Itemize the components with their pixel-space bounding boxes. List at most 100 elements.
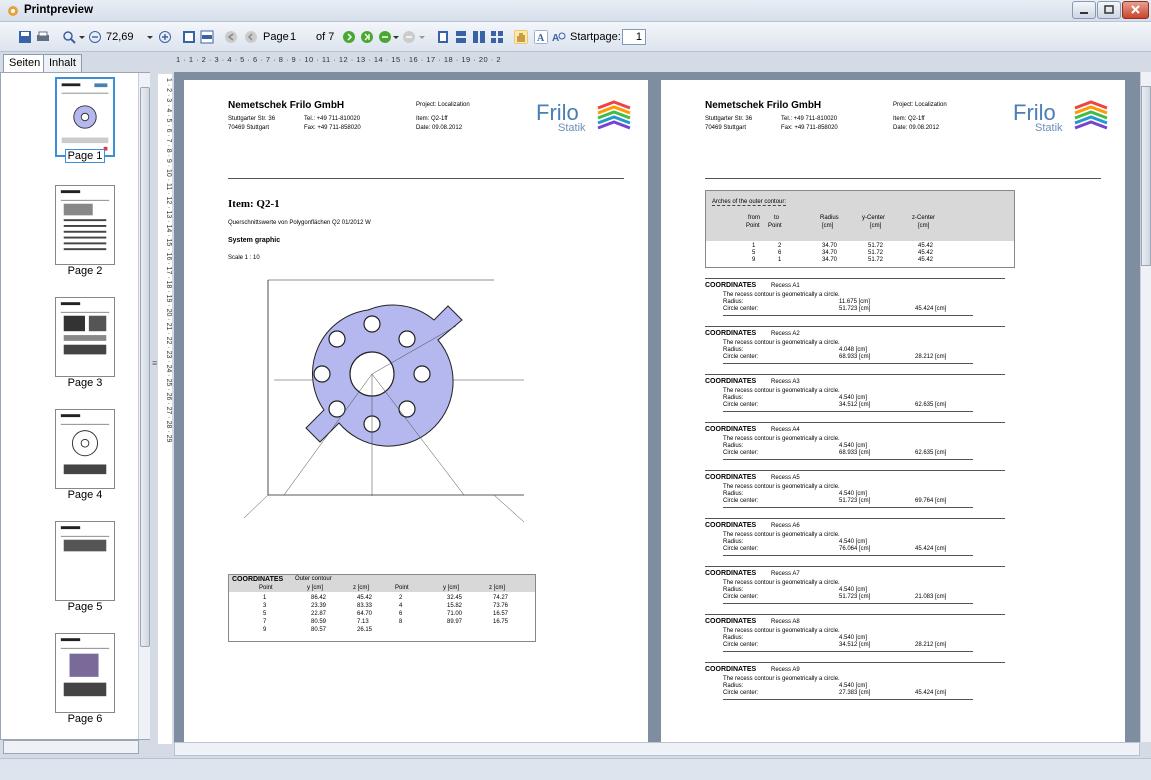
back-history-icon[interactable] [378,30,392,44]
center-label: Circle center: [723,594,759,600]
zoom-out-icon[interactable] [88,30,102,44]
thumbnail-label-6[interactable]: Page 6 [55,713,115,725]
tab-inhalt[interactable]: Inhalt [43,54,82,72]
next-page-icon[interactable] [342,30,356,44]
last-page-icon[interactable] [360,30,374,44]
thumbnail-page-1[interactable] [55,77,115,157]
arch-cell: 34.70 [822,243,838,249]
first-page-icon[interactable] [224,30,238,44]
radius-value: 4.540 [cm] [839,491,868,497]
horizontal-ruler: 1 · 1 · 2 · 3 · 4 · 5 · 6 · 7 · 8 · 9 · … [176,55,502,64]
history-dropdown-icon[interactable] [392,30,400,44]
recess-underline [723,555,973,556]
fit-width-icon[interactable] [200,30,214,44]
text-select-icon[interactable]: A [534,30,548,44]
hand-tool-icon[interactable] [514,30,528,44]
thumbnail-label-5[interactable]: Page 5 [55,601,115,613]
thumbnail-page-5[interactable] [55,521,115,601]
thumbnail-page-3[interactable] [55,297,115,377]
thumbnail-graphic [60,190,110,251]
two-page-view-icon[interactable] [472,30,486,44]
company-tel: Tel.: +49 711-810020 [781,116,838,122]
maximize-button[interactable] [1097,1,1121,19]
thumbnail-label-3[interactable]: Page 3 [55,377,115,389]
company-street: Stuttgarter Str. 36 [705,116,753,122]
center-z-value: 62.635 [cm] [915,450,947,456]
radius-label: Radius: [723,635,744,641]
arch-cell: 45.42 [918,257,934,263]
preview-vertical-scrollbar[interactable] [1140,72,1151,742]
thumbnail-graphic [60,302,110,355]
center-y-value: 51.723 [cm] [839,306,871,312]
thumbnail-page-2[interactable] [55,185,115,265]
zoom-value[interactable]: 72,69 [106,31,134,43]
coord-cell: 8 [399,619,403,625]
coord-cell: 83.33 [357,603,373,609]
thumbnail-label-1[interactable]: Page 1 [65,149,105,163]
splitter-grip-icon[interactable]: ≡ [152,358,157,368]
recess-divider [705,518,1005,519]
previous-page-icon[interactable] [244,30,258,44]
page-input[interactable]: 1 [290,31,296,43]
print-icon[interactable] [36,30,50,44]
arches-unit: Point [768,223,782,229]
outer-contour-table: COORDINATES Outer contour Point y [cm] z… [228,574,536,642]
coord-cell: 23.39 [311,603,327,609]
recess-underline [723,603,973,604]
thumbnail-label-2[interactable]: Page 2 [55,265,115,277]
coord-cell: 15.82 [447,603,463,609]
radius-label: Radius: [723,443,744,449]
center-y-value: 51.723 [cm] [839,498,871,504]
recess-name: Recess A8 [771,619,800,625]
recess-intro: The recess contour is geometrically a ci… [723,292,840,298]
zoom-dropdown-icon[interactable] [146,30,154,44]
close-button[interactable] [1122,1,1149,19]
find-icon[interactable]: A [552,30,566,44]
save-icon[interactable] [18,30,32,44]
radius-value: 4.540 [cm] [839,539,868,545]
radius-label: Radius: [723,683,744,689]
company-fax: Fax: +49 711-858020 [304,125,361,131]
minimize-button[interactable] [1072,1,1096,19]
recess-underline [723,459,973,460]
recess-divider [705,422,1005,423]
thumbnail-scrollbar[interactable] [138,73,150,739]
preview-horizontal-scrollbar[interactable] [174,742,1140,756]
center-y-value: 27.383 [cm] [839,690,871,696]
chevron-down-icon[interactable] [78,30,86,44]
center-z-value: 69.764 [cm] [915,498,947,504]
preview-area[interactable]: Nemetschek Frilo GmbH Stuttgarter Str. 3… [174,72,1140,742]
coord-header: z [cm] [353,585,369,591]
continuous-view-icon[interactable] [454,30,468,44]
arches-unit: [cm] [918,223,930,229]
recess-name: Recess A4 [771,427,800,433]
preview-vertical-scrollbar-thumb[interactable] [1141,86,1151,266]
thumbnail-scrollbar-thumb[interactable] [140,87,150,647]
fit-page-icon[interactable] [182,30,196,44]
startpage-input[interactable] [622,29,646,45]
zoom-plus-icon[interactable] [158,30,172,44]
thumbnail-horizontal-scrollbar[interactable] [3,740,139,754]
arch-cell: 34.70 [822,250,838,256]
preview-page-1: Nemetschek Frilo GmbH Stuttgarter Str. 3… [184,80,648,742]
page-label: Page [263,31,289,43]
multi-page-view-icon[interactable] [490,30,504,44]
thumbnail-page-6[interactable] [55,633,115,713]
coord-cell: 45.42 [357,595,373,601]
status-bar [0,758,1151,780]
forward-history-icon[interactable] [402,30,416,44]
recess-name: Recess A9 [771,667,800,673]
vertical-ruler: 1 · 2 · 3 · 4 · 5 · 6 · 7 · 8 · 9 · 10 ·… [158,74,172,744]
arch-cell: 1 [752,243,756,249]
arch-cell: 51.72 [868,257,884,263]
coord-cell: 73.76 [493,603,509,609]
thumbnail-label-4[interactable]: Page 4 [55,489,115,501]
arches-table: Arches of the outer contour: from to Rad… [705,190,1015,268]
single-page-view-icon[interactable] [436,30,450,44]
tab-seiten[interactable]: Seiten [3,54,47,72]
zoom-in-icon[interactable] [62,30,76,44]
thumbnail-page-4[interactable] [55,409,115,489]
recess-name: Recess A5 [771,475,800,481]
forward-dropdown-icon[interactable] [418,30,426,44]
center-label: Circle center: [723,450,759,456]
